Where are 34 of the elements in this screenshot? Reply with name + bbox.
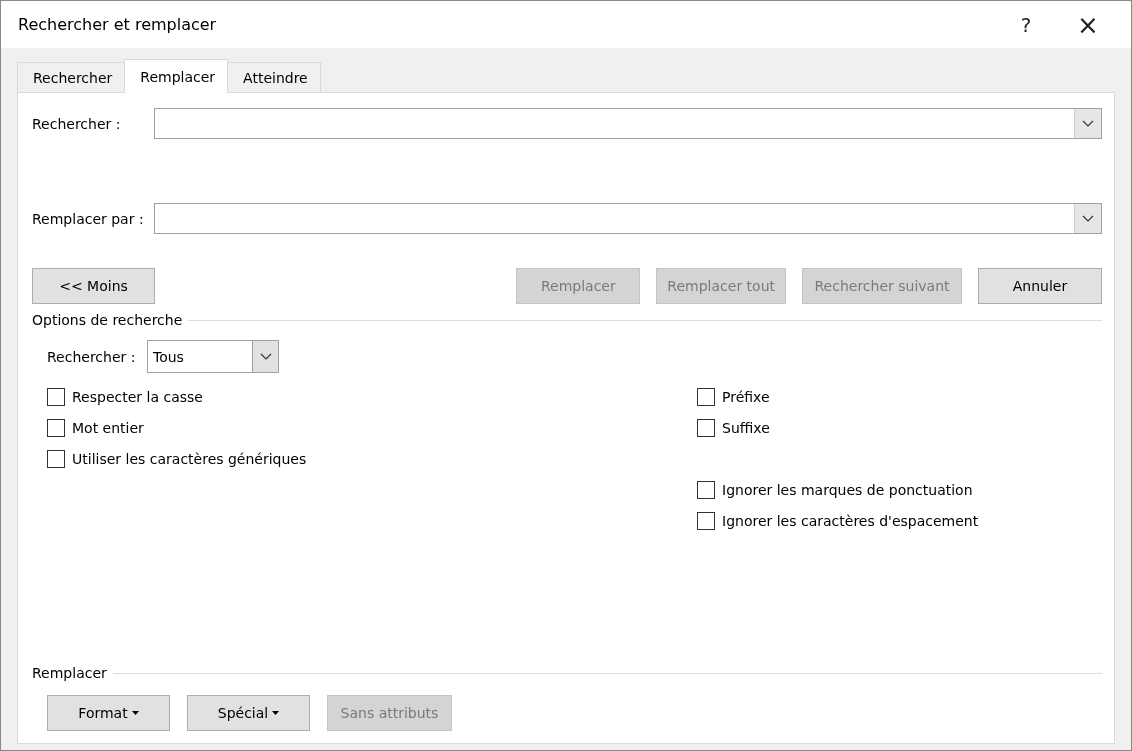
checkbox-label[interactable]: Utiliser les caractères génériques [72, 450, 307, 467]
window-title: Rechercher et remplacer [18, 15, 218, 34]
direction-dropdown[interactable]: Tous [147, 340, 279, 373]
checkbox-label[interactable]: Suffixe [722, 419, 770, 436]
checkbox[interactable] [47, 418, 65, 437]
help-button[interactable]: ? [995, 1, 1057, 48]
checkbox-label[interactable]: Mot entier [72, 419, 144, 436]
checkbox-label[interactable]: Préfixe [722, 388, 770, 405]
checkbox-label[interactable]: Ignorer les caractères d'espacement [722, 512, 979, 529]
group-title: Remplacer [32, 665, 107, 681]
checkbox[interactable] [47, 449, 65, 468]
checkbox-label[interactable]: Ignorer les marques de ponctuation [722, 481, 973, 498]
combo-field[interactable] [154, 203, 1102, 234]
caret-icon [131, 711, 139, 715]
tab[interactable]: Remplacer [124, 59, 229, 93]
checkbox[interactable] [697, 511, 715, 530]
action-button[interactable]: Annuler [978, 268, 1102, 304]
checkbox-label[interactable]: Respecter la casse [72, 388, 203, 405]
checkbox[interactable] [47, 387, 65, 406]
checkbox[interactable] [697, 387, 715, 406]
tab[interactable]: Rechercher [17, 62, 126, 92]
field-label: Rechercher : [32, 115, 122, 132]
close-button[interactable]: × [1057, 1, 1119, 48]
checkbox[interactable] [697, 418, 715, 437]
format-button[interactable]: Format [47, 695, 170, 731]
checkbox[interactable] [697, 480, 715, 499]
less-button[interactable]: << Moins [32, 268, 155, 304]
field-label: Rechercher : [47, 348, 137, 365]
group-title: Options de recherche [32, 312, 183, 328]
caret-icon [272, 711, 280, 715]
tab[interactable]: Atteindre [227, 62, 321, 92]
combo-field[interactable] [154, 108, 1102, 139]
field-label: Remplacer par : [32, 210, 145, 227]
format-button[interactable]: Spécial [187, 695, 310, 731]
